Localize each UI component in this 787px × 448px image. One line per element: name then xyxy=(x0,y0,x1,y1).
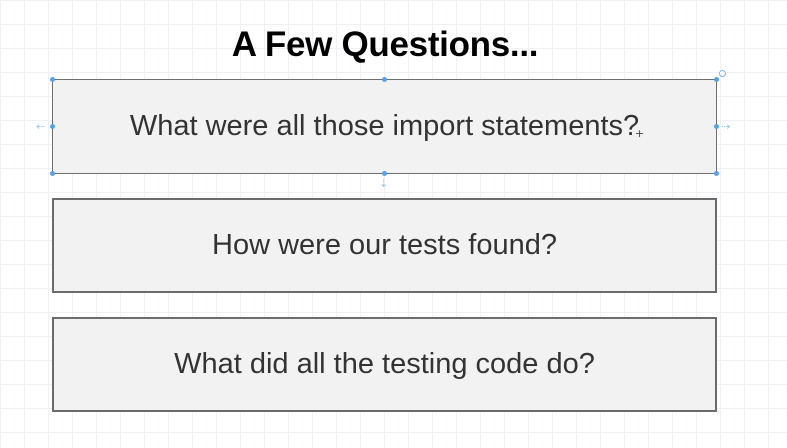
question-text: What did all the testing code do? xyxy=(174,348,595,380)
selection-handle-top-right[interactable] xyxy=(714,77,719,82)
rotate-handle-icon[interactable] xyxy=(719,70,726,77)
selection-handle-bottom-left[interactable] xyxy=(50,171,55,176)
resize-left-arrow-icon[interactable]: ⇠ xyxy=(36,121,45,132)
selection-handle-top-left[interactable] xyxy=(50,77,55,82)
selection-handle-bottom-right[interactable] xyxy=(714,171,719,176)
question-box-testing-code[interactable]: What did all the testing code do? xyxy=(52,317,717,412)
question-text: What were all those import statements? xyxy=(129,110,640,142)
selection-handle-bottom-middle[interactable] xyxy=(382,171,387,176)
selection-handle-middle-left[interactable] xyxy=(50,124,55,129)
question-box-import-statements[interactable]: What were all those import statements? xyxy=(52,79,717,174)
question-text: How were our tests found? xyxy=(212,229,557,261)
resize-right-arrow-icon[interactable]: ⇢ xyxy=(721,121,730,132)
selection-handle-middle-right[interactable] xyxy=(714,124,719,129)
question-box-tests-found[interactable]: How were our tests found? xyxy=(52,198,717,293)
slide-title: A Few Questions... xyxy=(231,25,539,64)
crosshair-cursor-icon: + xyxy=(635,127,645,140)
selection-handle-top-middle[interactable] xyxy=(382,77,387,82)
resize-down-arrow-icon[interactable]: ⇣ xyxy=(379,178,388,189)
